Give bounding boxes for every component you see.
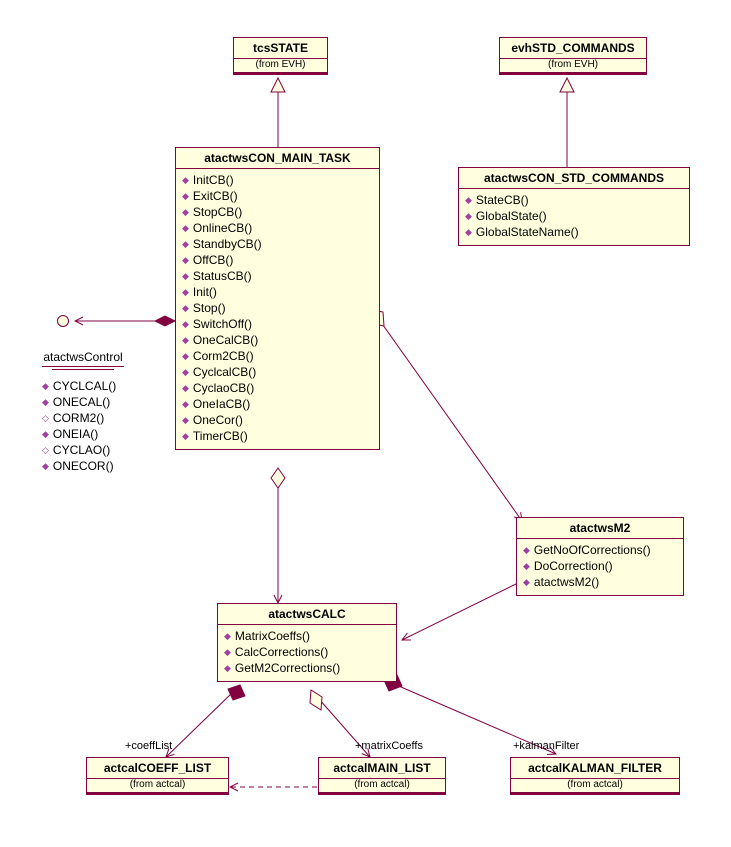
class-title: actcalMAIN_LIST <box>319 758 445 779</box>
op: CORM2() <box>40 410 118 426</box>
class-from: (from actcal) <box>511 779 679 793</box>
class-title: evhSTD_COMMANDS <box>500 38 646 59</box>
op: MatrixCoeffs() <box>222 628 392 644</box>
op: OneCor() <box>180 412 375 428</box>
class-from: (from actcal) <box>87 779 228 793</box>
op: ONECAL() <box>40 394 118 410</box>
class-ops: StateCB() GlobalState() GlobalStateName(… <box>459 189 689 245</box>
op: OneCalCB() <box>180 332 375 348</box>
op: OneIaCB() <box>180 396 375 412</box>
op: CYCLCAL() <box>40 378 118 394</box>
op: atactwsM2() <box>521 574 679 590</box>
op: StateCB() <box>463 192 685 208</box>
op: StatusCB() <box>180 268 375 284</box>
class-actcalCOEFF_LIST: actcalCOEFF_LIST (from actcal) <box>86 757 229 795</box>
op: DoCorrection() <box>521 558 679 574</box>
op: GetM2Corrections() <box>222 660 392 676</box>
class-title: atactwsM2 <box>517 518 683 539</box>
class-actcalMAIN_LIST: actcalMAIN_LIST (from actcal) <box>318 757 446 795</box>
op: ONEIA() <box>40 426 118 442</box>
op: OffCB() <box>180 252 375 268</box>
package-name: atactwsControl <box>33 350 133 364</box>
class-title: actcalKALMAN_FILTER <box>511 758 679 779</box>
class-title: atactwsCON_MAIN_TASK <box>176 148 379 169</box>
op: CyclcalCB() <box>180 364 375 380</box>
op: ONECOR() <box>40 458 118 474</box>
op: CyclaoCB() <box>180 380 375 396</box>
op: Corm2CB() <box>180 348 375 364</box>
op: CYCLAO() <box>40 442 118 458</box>
class-title: atactwsCON_STD_COMMANDS <box>459 168 689 189</box>
class-ops: GetNoOfCorrections() DoCorrection() atac… <box>517 539 683 595</box>
class-evhSTD_COMMANDS: evhSTD_COMMANDS (from EVH) <box>499 37 647 75</box>
class-tcsSTATE: tcsSTATE (from EVH) <box>233 37 328 75</box>
op: GlobalState() <box>463 208 685 224</box>
class-title: atactwsCALC <box>218 604 396 625</box>
op: InitCB() <box>180 172 375 188</box>
class-from: (from EVH) <box>500 59 646 73</box>
op: ExitCB() <box>180 188 375 204</box>
package-ops: CYCLCAL() ONECAL() CORM2() ONEIA() CYCLA… <box>40 378 118 474</box>
role-matrixCoeffs: +matrixCoeffs <box>355 740 423 752</box>
class-ops: MatrixCoeffs() CalcCorrections() GetM2Co… <box>218 625 396 681</box>
role-coeffList: +coeffList <box>125 740 172 752</box>
package-underline-icon <box>52 369 114 370</box>
op: CalcCorrections() <box>222 644 392 660</box>
class-from: (from EVH) <box>234 59 327 73</box>
class-actcalKALMAN_FILTER: actcalKALMAN_FILTER (from actcal) <box>510 757 680 795</box>
interface-lollipop-icon <box>57 315 69 327</box>
class-title: actcalCOEFF_LIST <box>87 758 228 779</box>
class-title: tcsSTATE <box>234 38 327 59</box>
op: Stop() <box>180 300 375 316</box>
role-kalmanFilter: +kalmanFilter <box>513 740 579 752</box>
op: StopCB() <box>180 204 375 220</box>
op: StandbyCB() <box>180 236 375 252</box>
package-underline-icon <box>42 366 124 367</box>
class-from: (from actcal) <box>319 779 445 793</box>
class-ops: InitCB() ExitCB() StopCB() OnlineCB() St… <box>176 169 379 449</box>
op: SwitchOff() <box>180 316 375 332</box>
op: OnlineCB() <box>180 220 375 236</box>
class-atactwsM2: atactwsM2 GetNoOfCorrections() DoCorrect… <box>516 517 684 596</box>
class-atactwsCON_MAIN_TASK: atactwsCON_MAIN_TASK InitCB() ExitCB() S… <box>175 147 380 450</box>
op: TimerCB() <box>180 428 375 444</box>
op: GlobalStateName() <box>463 224 685 240</box>
class-atactwsCALC: atactwsCALC MatrixCoeffs() CalcCorrectio… <box>217 603 397 682</box>
op: GetNoOfCorrections() <box>521 542 679 558</box>
class-atactwsCON_STD_COMMANDS: atactwsCON_STD_COMMANDS StateCB() Global… <box>458 167 690 246</box>
op: Init() <box>180 284 375 300</box>
